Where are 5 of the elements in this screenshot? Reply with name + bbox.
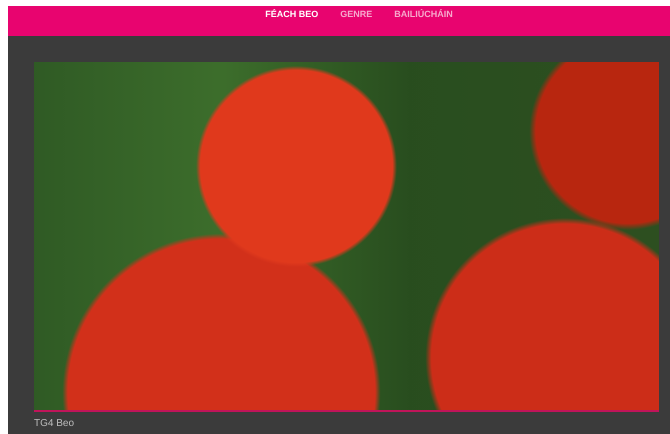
video-frame[interactable] [34,62,659,412]
nav-tab[interactable]: GENRE [338,6,374,22]
nav-tab[interactable]: FÉACH BEO [263,6,320,22]
video-caption: TG4 Beo [34,417,76,429]
nav-tab[interactable]: BAILIÚCHÁIN [392,6,455,22]
